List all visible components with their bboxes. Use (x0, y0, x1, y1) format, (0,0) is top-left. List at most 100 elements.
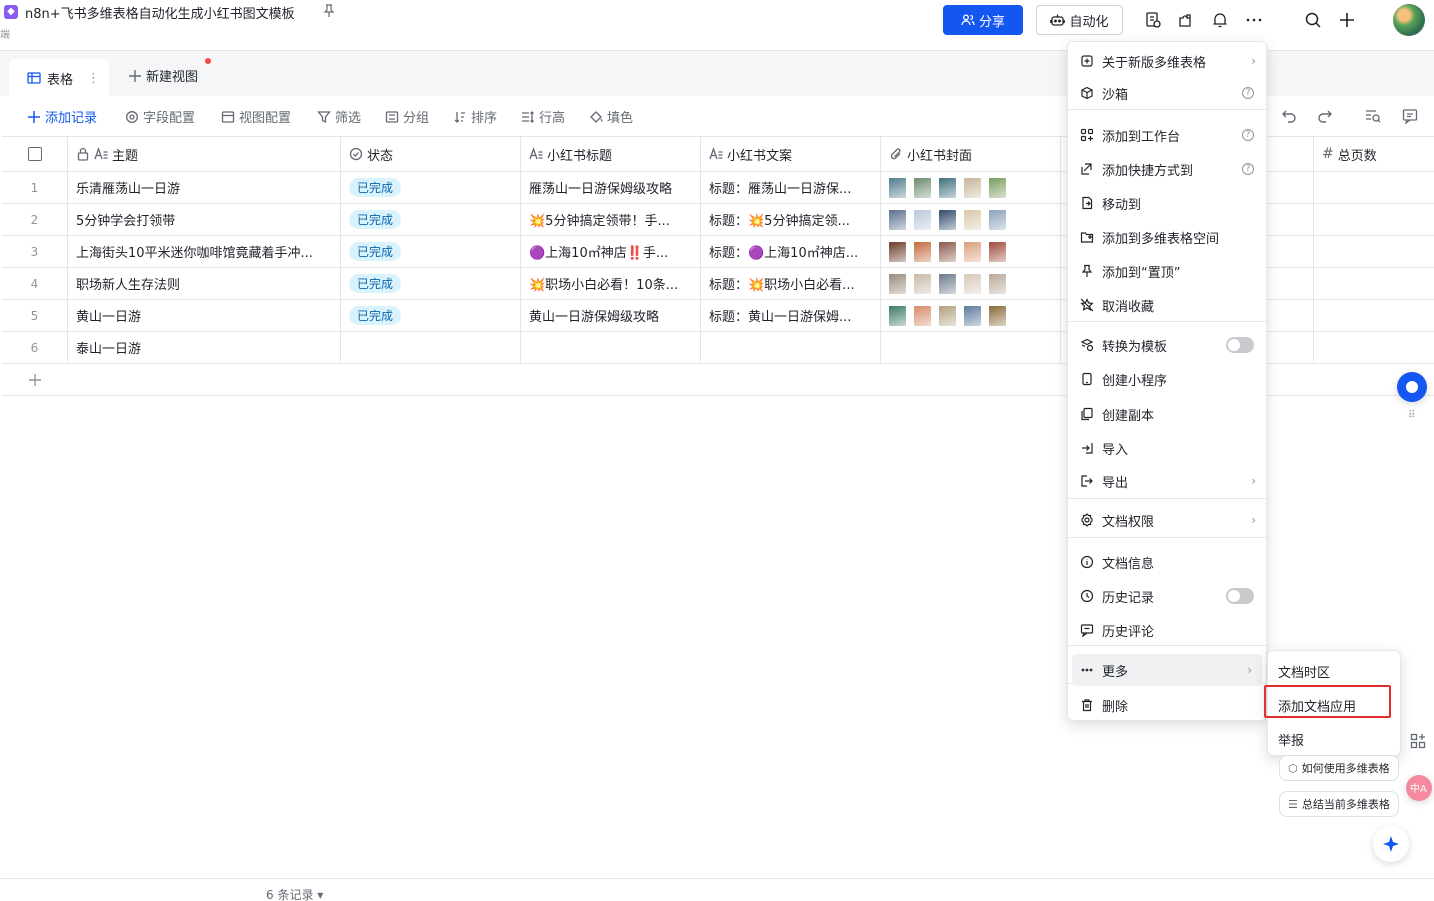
cover-thumbnail-image[interactable] (989, 177, 1006, 198)
cell-total-pages[interactable] (1313, 236, 1434, 267)
cell-xhs-title[interactable]: 💥职场小白必看！10条... (521, 268, 701, 299)
help-icon[interactable]: ? (1242, 87, 1254, 99)
cell-xhs-copy[interactable]: 标题：雁荡山一日游保... (701, 172, 881, 203)
cover-thumbnail-image[interactable] (989, 273, 1006, 294)
plus-icon[interactable] (1338, 11, 1356, 29)
cover-thumbnail-image[interactable] (939, 305, 956, 326)
cell-xhs-cover[interactable] (881, 300, 1061, 331)
help-icon[interactable]: ? (1242, 163, 1254, 175)
cell-topic[interactable]: 职场新人生存法则 (68, 268, 341, 299)
cell-xhs-copy[interactable]: 标题：🟣上海10㎡神店... (701, 236, 881, 267)
drag-handle-icon[interactable]: ⠿ (1408, 410, 1415, 421)
cell-xhs-cover[interactable] (881, 236, 1061, 267)
menu-item-convert-to-template[interactable]: 转换为模板 (1068, 329, 1266, 361)
menu-item-create-copy[interactable]: 创建副本 (1068, 398, 1266, 430)
cover-thumbnail-image[interactable] (889, 305, 906, 326)
cell-status[interactable]: 已完成 (341, 204, 521, 235)
cell-status[interactable]: 已完成 (341, 172, 521, 203)
cell-xhs-title[interactable]: 雁荡山一日游保姆级攻略 (521, 172, 701, 203)
suggestion-how-to-use[interactable]: ⬡ 如何使用多维表格 (1279, 755, 1399, 781)
column-header-xhs-title[interactable]: 小红书标题 (521, 137, 701, 171)
cover-thumbnail-image[interactable] (914, 273, 931, 294)
cell-status[interactable]: 已完成 (341, 236, 521, 267)
toggle-switch[interactable] (1226, 588, 1254, 604)
record-count[interactable]: 6 条记录 ▾ (266, 886, 323, 901)
comment-icon[interactable] (1402, 108, 1418, 124)
tab-grid-view[interactable]: 表格 ⋮ (9, 59, 109, 97)
menu-item-add-to-pinned[interactable]: 添加到“置顶” (1068, 255, 1266, 287)
cell-xhs-copy[interactable]: 标题：💥5分钟搞定领... (701, 204, 881, 235)
filter-button[interactable]: 筛选 (317, 107, 361, 126)
cell-status[interactable]: 已完成 (341, 300, 521, 331)
plugin-icon[interactable] (1177, 11, 1195, 29)
menu-item-delete[interactable]: 删除 (1068, 689, 1266, 721)
column-header-topic[interactable]: 主题 (68, 137, 341, 171)
menu-item-about-new-bitable[interactable]: 关于新版多维表格 › (1068, 45, 1266, 77)
cover-thumbnail-image[interactable] (914, 241, 931, 262)
document-title[interactable]: n8n+飞书多维表格自动化生成小红书图文模板 (25, 3, 295, 22)
row-height-button[interactable]: 行高 (521, 107, 565, 126)
checkbox-icon[interactable] (27, 147, 42, 161)
cell-xhs-cover[interactable] (881, 268, 1061, 299)
field-config-button[interactable]: 字段配置 (125, 107, 195, 126)
cell-topic[interactable]: 黄山一日游 (68, 300, 341, 331)
cover-thumbnail-image[interactable] (889, 241, 906, 262)
avatar[interactable] (1393, 4, 1425, 36)
column-header-xhs-copy[interactable]: 小红书文案 (701, 137, 881, 171)
add-record-button[interactable]: 添加记录 (27, 107, 97, 126)
automation-button[interactable]: 自动化 (1036, 5, 1123, 35)
cell-xhs-title[interactable]: 🟣上海10㎡神店‼️手... (521, 236, 701, 267)
menu-item-unfavorite[interactable]: 取消收藏 (1068, 289, 1266, 321)
cell-status[interactable] (341, 332, 521, 363)
cover-thumbnail-image[interactable] (964, 209, 981, 230)
pin-icon[interactable] (323, 4, 335, 18)
toggle-switch[interactable] (1226, 337, 1254, 353)
menu-item-import[interactable]: 导入 (1068, 432, 1266, 464)
document-info-icon[interactable] (1144, 11, 1162, 29)
cell-topic[interactable]: 上海街头10平米迷你咖啡馆竟藏着手冲... (68, 236, 341, 267)
cover-thumbnail-image[interactable] (914, 177, 931, 198)
search-records-icon[interactable] (1365, 108, 1381, 124)
cover-thumbnail-image[interactable] (939, 209, 956, 230)
share-button[interactable]: 分享 (943, 5, 1023, 35)
cell-total-pages[interactable] (1313, 268, 1434, 299)
ai-assistant-button[interactable] (1373, 826, 1409, 862)
cell-xhs-title[interactable]: 黄山一日游保姆级攻略 (521, 300, 701, 331)
cover-thumbnail-image[interactable] (964, 273, 981, 294)
more-icon[interactable] (1245, 11, 1263, 29)
sort-button[interactable]: 排序 (453, 107, 497, 126)
suggestion-summarize[interactable]: ☰ 总结当前多维表格 (1279, 791, 1399, 817)
cell-topic[interactable]: 乐清雁荡山一日游 (68, 172, 341, 203)
menu-item-history[interactable]: 历史记录 (1068, 580, 1266, 612)
menu-item-more[interactable]: 更多 › (1072, 654, 1262, 686)
column-header-status[interactable]: 状态 (341, 137, 521, 171)
submenu-item-report[interactable]: 举报 (1278, 730, 1304, 749)
menu-item-add-to-bitable-space[interactable]: 添加到多维表格空间 (1068, 221, 1266, 253)
view-config-button[interactable]: 视图配置 (221, 107, 291, 126)
fill-color-button[interactable]: 填色 (589, 107, 633, 126)
cover-thumbnail-image[interactable] (914, 305, 931, 326)
cell-topic[interactable]: 5分钟学会打领带 (68, 204, 341, 235)
bell-icon[interactable] (1211, 11, 1229, 29)
cover-thumbnail-image[interactable] (989, 305, 1006, 326)
menu-item-move-to[interactable]: 移动到 (1068, 187, 1266, 219)
cover-thumbnail-image[interactable] (889, 177, 906, 198)
column-header-total-pages[interactable]: # 总页数 (1313, 137, 1434, 171)
search-icon[interactable] (1304, 11, 1322, 29)
translate-button[interactable]: 中A (1406, 775, 1432, 801)
undo-icon[interactable] (1281, 108, 1297, 124)
cell-xhs-cover[interactable] (881, 204, 1061, 235)
cell-xhs-copy[interactable]: 标题：黄山一日游保姆... (701, 300, 881, 331)
group-button[interactable]: 分组 (385, 107, 429, 126)
cell-total-pages[interactable] (1313, 300, 1434, 331)
cover-thumbnail-image[interactable] (889, 273, 906, 294)
cover-thumbnail-image[interactable] (964, 305, 981, 326)
cover-thumbnail-image[interactable] (964, 177, 981, 198)
cell-total-pages[interactable] (1313, 332, 1434, 363)
cell-total-pages[interactable] (1313, 204, 1434, 235)
menu-item-sandbox[interactable]: 沙箱? (1068, 77, 1266, 109)
cell-xhs-title[interactable]: 💥5分钟搞定领带！手... (521, 204, 701, 235)
cover-thumbnail-image[interactable] (989, 209, 1006, 230)
menu-item-export[interactable]: 导出 › (1068, 465, 1266, 497)
cover-thumbnail-image[interactable] (939, 241, 956, 262)
